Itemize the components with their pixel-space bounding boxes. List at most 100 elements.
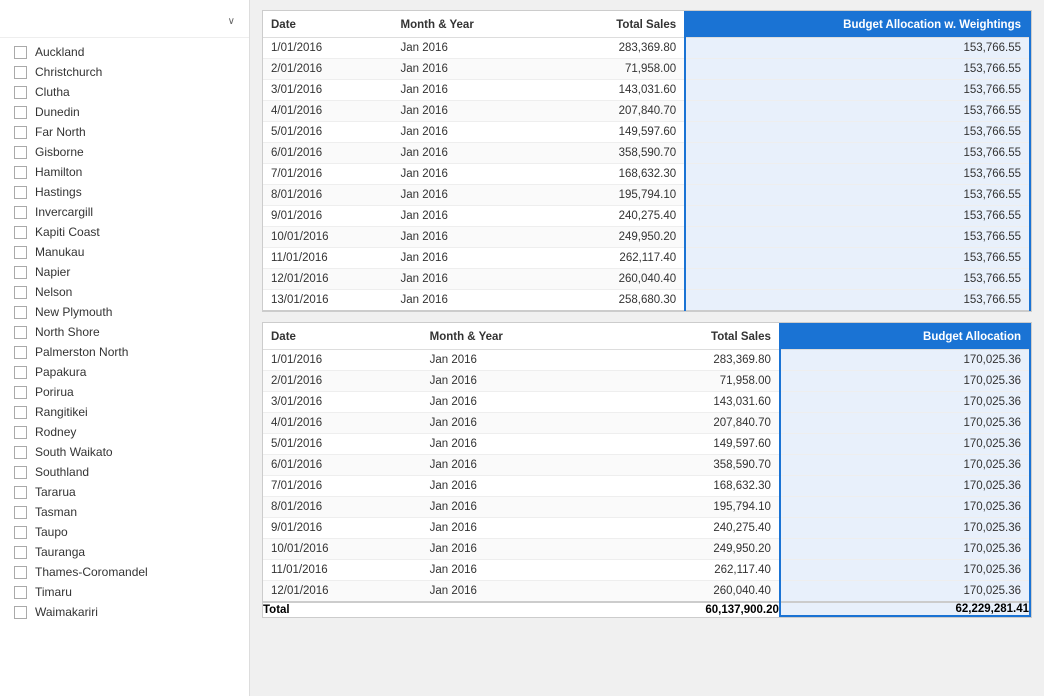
checkbox-icon[interactable] bbox=[14, 526, 27, 539]
checkbox-icon[interactable] bbox=[14, 486, 27, 499]
table-cell: 12/01/2016 bbox=[263, 581, 422, 603]
checkbox-icon[interactable] bbox=[14, 366, 27, 379]
checkbox-icon[interactable] bbox=[14, 386, 27, 399]
sidebar-item-dunedin[interactable]: Dunedin bbox=[0, 102, 249, 122]
checkbox-icon[interactable] bbox=[14, 266, 27, 279]
table-cell: 195,794.10 bbox=[614, 497, 780, 518]
checkbox-icon[interactable] bbox=[14, 326, 27, 339]
sidebar-item-tararua[interactable]: Tararua bbox=[0, 482, 249, 502]
checkbox-icon[interactable] bbox=[14, 126, 27, 139]
table-1: DateMonth & YearTotal SalesBudget Alloca… bbox=[263, 11, 1031, 311]
table-cell: 153,766.55 bbox=[685, 143, 1030, 164]
sidebar-item-tasman[interactable]: Tasman bbox=[0, 502, 249, 522]
checkbox-icon[interactable] bbox=[14, 86, 27, 99]
table-row: 3/01/2016Jan 2016143,031.60170,025.36 bbox=[263, 392, 1030, 413]
table-row: 5/01/2016Jan 2016149,597.60153,766.55 bbox=[263, 122, 1030, 143]
sidebar-item-label: Manukau bbox=[35, 245, 84, 259]
sidebar-item-label: Hastings bbox=[35, 185, 82, 199]
table-cell: 6/01/2016 bbox=[263, 143, 393, 164]
table-cell: 170,025.36 bbox=[780, 476, 1030, 497]
table-row: 12/01/2016Jan 2016260,040.40153,766.55 bbox=[263, 269, 1030, 290]
sidebar-header[interactable]: ∨ bbox=[0, 10, 249, 38]
checkbox-icon[interactable] bbox=[14, 46, 27, 59]
sidebar-item-invercargill[interactable]: Invercargill bbox=[0, 202, 249, 222]
sidebar-item-gisborne[interactable]: Gisborne bbox=[0, 142, 249, 162]
table-row: 8/01/2016Jan 2016195,794.10170,025.36 bbox=[263, 497, 1030, 518]
sidebar-item-taupo[interactable]: Taupo bbox=[0, 522, 249, 542]
sidebar-item-north-shore[interactable]: North Shore bbox=[0, 322, 249, 342]
sidebar-item-label: Christchurch bbox=[35, 65, 102, 79]
table-cell: 11/01/2016 bbox=[263, 560, 422, 581]
sidebar-item-rangitikei[interactable]: Rangitikei bbox=[0, 402, 249, 422]
checkbox-icon[interactable] bbox=[14, 286, 27, 299]
checkbox-icon[interactable] bbox=[14, 146, 27, 159]
checkbox-icon[interactable] bbox=[14, 306, 27, 319]
table-row: 9/01/2016Jan 2016240,275.40170,025.36 bbox=[263, 518, 1030, 539]
checkbox-icon[interactable] bbox=[14, 446, 27, 459]
sidebar-item-label: New Plymouth bbox=[35, 305, 112, 319]
sidebar-item-auckland[interactable]: Auckland bbox=[0, 42, 249, 62]
table-row: 2/01/2016Jan 201671,958.00153,766.55 bbox=[263, 59, 1030, 80]
checkbox-icon[interactable] bbox=[14, 466, 27, 479]
table-cell: 262,117.40 bbox=[614, 560, 780, 581]
table-cell: 153,766.55 bbox=[685, 206, 1030, 227]
checkbox-icon[interactable] bbox=[14, 186, 27, 199]
checkbox-icon[interactable] bbox=[14, 226, 27, 239]
checkbox-icon[interactable] bbox=[14, 106, 27, 119]
table-cell: 207,840.70 bbox=[550, 101, 685, 122]
sidebar-item-new-plymouth[interactable]: New Plymouth bbox=[0, 302, 249, 322]
sidebar-item-timaru[interactable]: Timaru bbox=[0, 582, 249, 602]
checkbox-icon[interactable] bbox=[14, 566, 27, 579]
table-scroll-2[interactable]: DateMonth & YearTotal SalesBudget Alloca… bbox=[263, 323, 1031, 617]
table-scroll-1[interactable]: DateMonth & YearTotal SalesBudget Alloca… bbox=[263, 11, 1031, 311]
checkbox-icon[interactable] bbox=[14, 426, 27, 439]
sidebar-item-papakura[interactable]: Papakura bbox=[0, 362, 249, 382]
sidebar-item-label: Porirua bbox=[35, 385, 74, 399]
sidebar-item-south-waikato[interactable]: South Waikato bbox=[0, 442, 249, 462]
sidebar-item-kapiti-coast[interactable]: Kapiti Coast bbox=[0, 222, 249, 242]
sidebar-item-waimakariri[interactable]: Waimakariri bbox=[0, 602, 249, 622]
checkbox-icon[interactable] bbox=[14, 66, 27, 79]
table-row: 1/01/2016Jan 2016283,369.80170,025.36 bbox=[263, 350, 1030, 371]
table-cell: 10/01/2016 bbox=[263, 227, 393, 248]
checkbox-icon[interactable] bbox=[14, 546, 27, 559]
table-cell: Jan 2016 bbox=[393, 227, 550, 248]
sidebar-item-palmerston-north[interactable]: Palmerston North bbox=[0, 342, 249, 362]
sidebar: ∨ Auckland Christchurch CluthaDunedinFar N… bbox=[0, 0, 250, 696]
table-cell: 195,794.10 bbox=[550, 185, 685, 206]
table-cell: 168,632.30 bbox=[550, 164, 685, 185]
sidebar-item-clutha[interactable]: Clutha bbox=[0, 82, 249, 102]
table-row: 11/01/2016Jan 2016262,117.40170,025.36 bbox=[263, 560, 1030, 581]
sidebar-item-southland[interactable]: Southland bbox=[0, 462, 249, 482]
table-cell: Jan 2016 bbox=[393, 185, 550, 206]
table-cell: 3/01/2016 bbox=[263, 80, 393, 101]
checkbox-icon[interactable] bbox=[14, 606, 27, 619]
sidebar-item-label: Gisborne bbox=[35, 145, 84, 159]
sidebar-item-thames-coromandel[interactable]: Thames-Coromandel bbox=[0, 562, 249, 582]
table-row: 9/01/2016Jan 2016240,275.40153,766.55 bbox=[263, 206, 1030, 227]
sidebar-item-nelson[interactable]: Nelson bbox=[0, 282, 249, 302]
table-row: 6/01/2016Jan 2016358,590.70170,025.36 bbox=[263, 455, 1030, 476]
sidebar-item-hamilton[interactable]: Hamilton bbox=[0, 162, 249, 182]
sidebar-item-far-north[interactable]: Far North bbox=[0, 122, 249, 142]
sidebar-item-tauranga[interactable]: Tauranga bbox=[0, 542, 249, 562]
checkbox-icon[interactable] bbox=[14, 406, 27, 419]
checkbox-icon[interactable] bbox=[14, 206, 27, 219]
table-cell: 170,025.36 bbox=[780, 581, 1030, 603]
sidebar-item-hastings[interactable]: Hastings bbox=[0, 182, 249, 202]
checkbox-icon[interactable] bbox=[14, 506, 27, 519]
sidebar-item-manukau[interactable]: Manukau bbox=[0, 242, 249, 262]
sidebar-item-porirua[interactable]: Porirua bbox=[0, 382, 249, 402]
checkbox-icon[interactable] bbox=[14, 246, 27, 259]
checkbox-icon[interactable] bbox=[14, 346, 27, 359]
checkbox-icon[interactable] bbox=[14, 166, 27, 179]
table-cell: 249,950.20 bbox=[550, 227, 685, 248]
table-cell: Jan 2016 bbox=[393, 269, 550, 290]
table-cell: 170,025.36 bbox=[780, 518, 1030, 539]
table-cell: 3/01/2016 bbox=[263, 392, 422, 413]
sidebar-item-rodney[interactable]: Rodney bbox=[0, 422, 249, 442]
checkbox-icon[interactable] bbox=[14, 586, 27, 599]
sidebar-item-napier[interactable]: Napier bbox=[0, 262, 249, 282]
sidebar-item-christchurch[interactable]: Christchurch bbox=[0, 62, 249, 82]
table-cell: Jan 2016 bbox=[422, 413, 615, 434]
